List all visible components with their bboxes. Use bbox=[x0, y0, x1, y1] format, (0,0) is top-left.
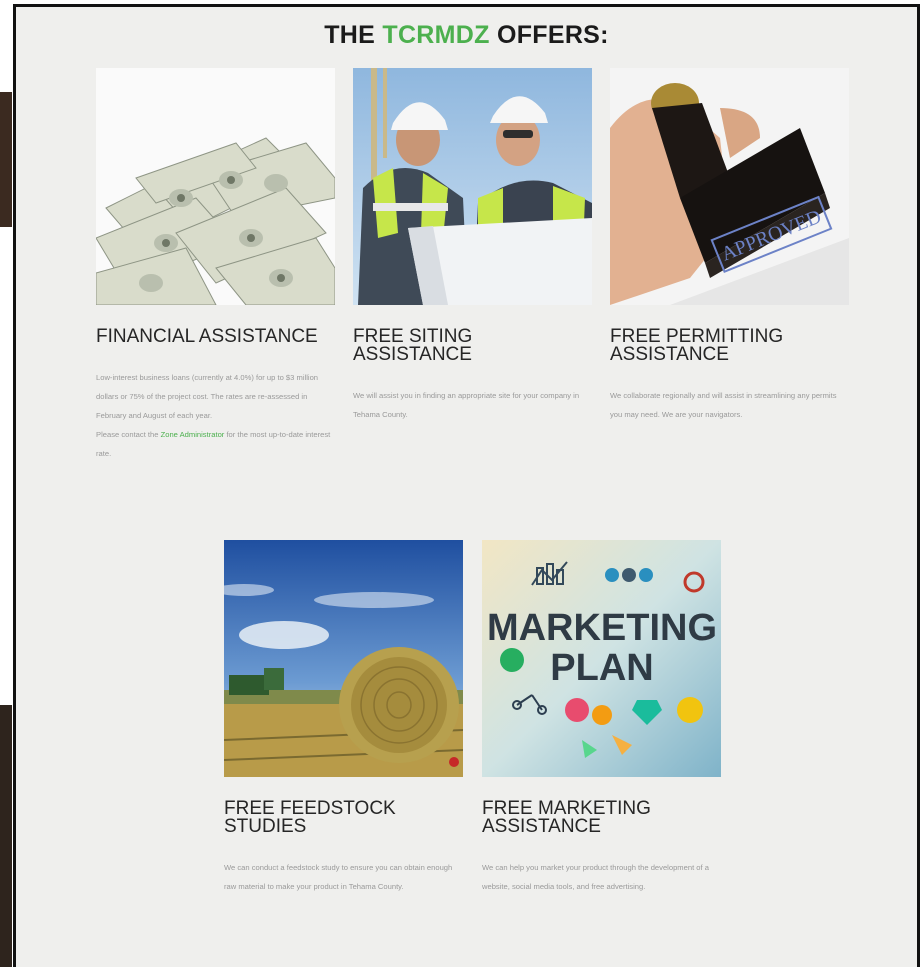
offer-card-feedstock: FREE FEEDSTOCK STUDIES We can conduct a … bbox=[224, 540, 463, 896]
left-background-strip bbox=[0, 0, 14, 967]
offer-card-marketing: MARKETING PLAN FREE MARKETING ASSISTANCE… bbox=[482, 540, 721, 896]
offer-description: We collaborate regionally and will assis… bbox=[610, 391, 837, 419]
offer-card-permitting: APPROVED FREE PERMITTING ASSISTANCE We c… bbox=[610, 68, 849, 424]
offer-description: We can conduct a feedstock study to ensu… bbox=[224, 863, 453, 891]
offer-description: Low-interest business loans (currently a… bbox=[96, 373, 331, 458]
offers-section: THE TCRMDZ OFFERS: FINANCIAL ASSISTANCE … bbox=[13, 4, 920, 967]
offer-description: We can help you market your product thro… bbox=[482, 863, 709, 891]
marketing-image-text-2: PLAN bbox=[550, 647, 653, 689]
title-suffix: OFFERS: bbox=[489, 21, 609, 49]
offer-heading: FREE MARKETING ASSISTANCE bbox=[482, 798, 651, 837]
offer-heading: FREE PERMITTING ASSISTANCE bbox=[610, 326, 784, 365]
offer-heading: FREE FEEDSTOCK STUDIES bbox=[224, 798, 396, 837]
offer-description: We will assist you in finding an appropr… bbox=[353, 391, 580, 419]
engineers-blueprint-image bbox=[353, 68, 592, 305]
marketing-plan-image: MARKETING PLAN bbox=[482, 540, 721, 777]
approved-stamp-image: APPROVED bbox=[610, 68, 849, 305]
offer-heading: FINANCIAL ASSISTANCE bbox=[96, 326, 318, 347]
hay-bale-field-image bbox=[224, 540, 463, 777]
title-brand: TCRMDZ bbox=[382, 21, 490, 49]
left-strip-dark-top bbox=[0, 92, 12, 227]
zone-administrator-link[interactable]: Zone Administrator bbox=[161, 430, 225, 439]
offer-card-financial: FINANCIAL ASSISTANCE Low-interest busine… bbox=[96, 68, 335, 463]
offer-heading: FREE SITING ASSISTANCE bbox=[353, 326, 473, 365]
marketing-image-text-1: MARKETING bbox=[487, 607, 717, 649]
offer-card-siting: FREE SITING ASSISTANCE We will assist yo… bbox=[353, 68, 592, 424]
left-strip-dark-bottom bbox=[0, 705, 12, 967]
money-stack-image bbox=[96, 68, 335, 305]
title-prefix: THE bbox=[324, 21, 383, 49]
section-title: THE TCRMDZ OFFERS: bbox=[16, 21, 917, 50]
